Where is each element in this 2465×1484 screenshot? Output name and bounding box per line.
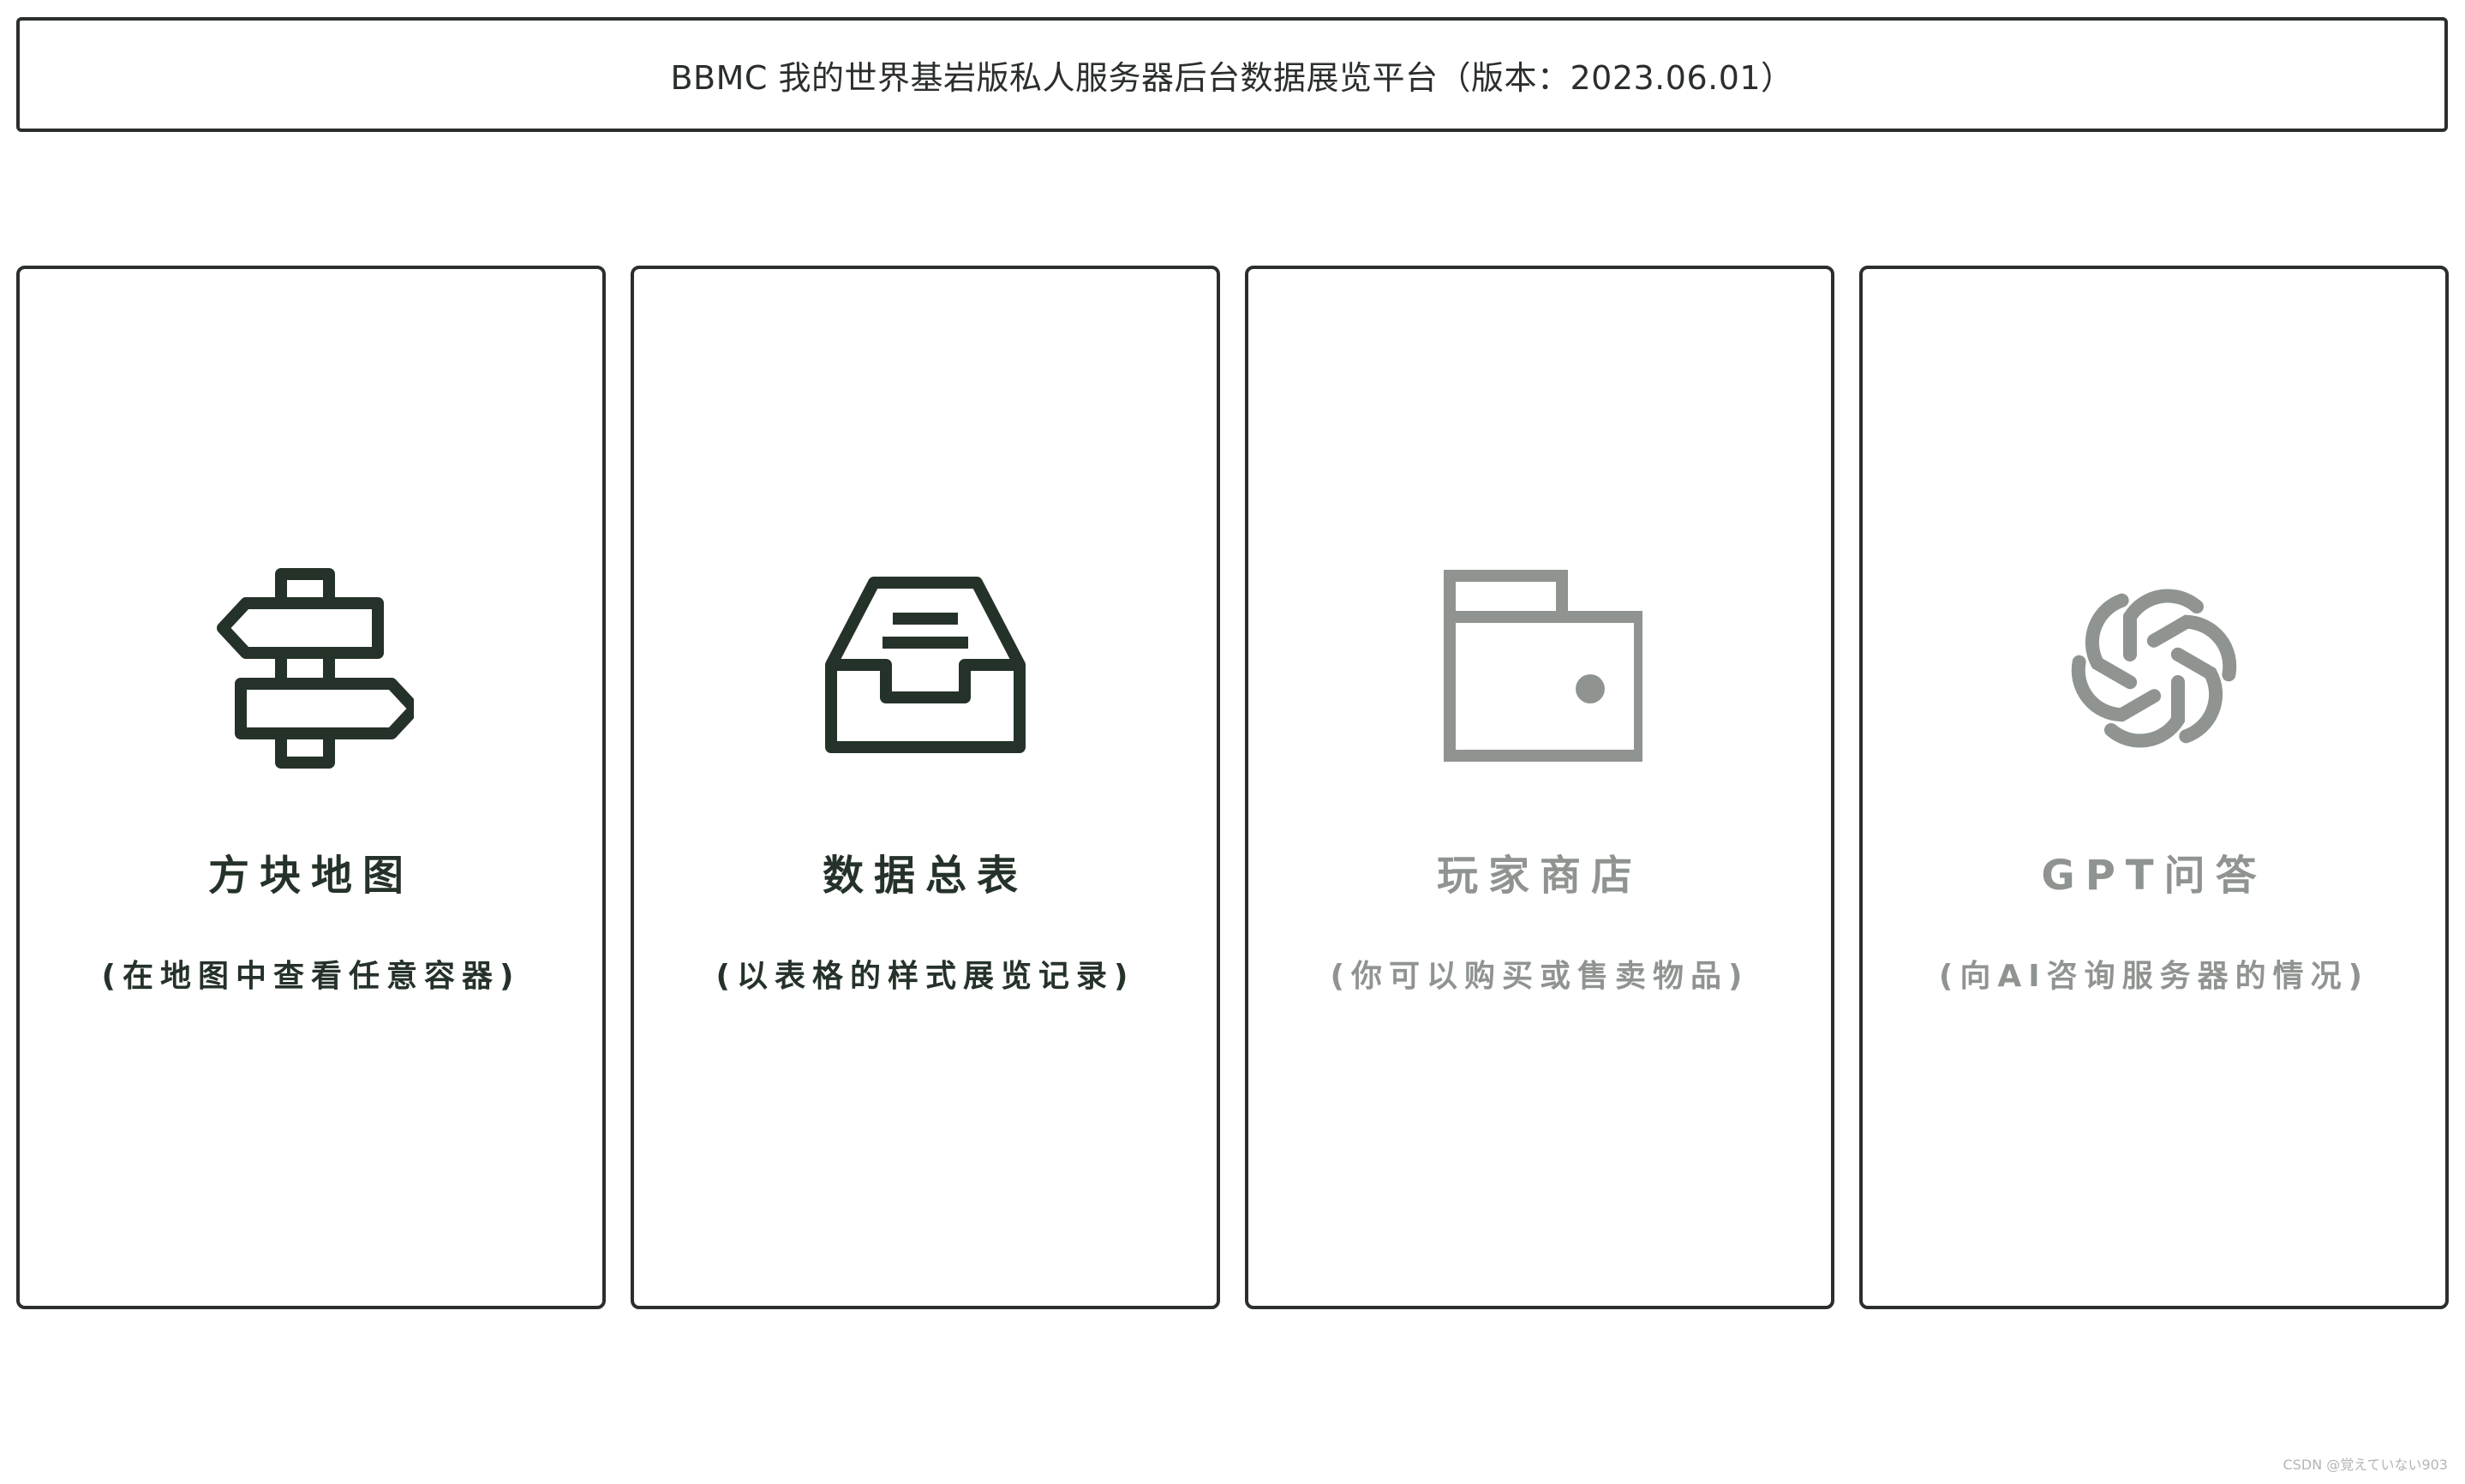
header-banner: BBMC 我的世界基岩版私人服务器后台数据展览平台（版本：2023.06.01） [16, 17, 2448, 132]
watermark: CSDN @覚えていない903 [2283, 1457, 2448, 1473]
page: BBMC 我的世界基岩版私人服务器后台数据展览平台（版本：2023.06.01）… [0, 0, 2465, 1484]
signpost-icon [217, 568, 414, 769]
card-subtitle: (以表格的样式展览记录) [715, 959, 1135, 994]
card-gpt-qa[interactable]: GPT问答 (向AI咨询服务器的情况) [1859, 266, 2449, 1309]
card-title: 玩家商店 [1436, 852, 1642, 900]
card-data-table[interactable]: 数据总表 (以表格的样式展览记录) [631, 266, 1220, 1309]
openai-logo-icon [2071, 589, 2237, 748]
card-player-shop[interactable]: 玩家商店 (你可以购买或售卖物品) [1245, 266, 1834, 1309]
wallet-icon [1444, 570, 1642, 762]
card-subtitle: (在地图中查看任意容器) [101, 959, 521, 994]
card-subtitle: (你可以购买或售卖物品) [1330, 959, 1750, 994]
feature-cards: 方块地图 (在地图中查看任意容器) 数据总表 (以表格的样式展览记录) 玩家商店… [16, 266, 2449, 1309]
card-block-map[interactable]: 方块地图 (在地图中查看任意容器) [16, 266, 606, 1309]
page-title: BBMC 我的世界基岩版私人服务器后台数据展览平台（版本：2023.06.01） [670, 58, 1794, 97]
archive-tray-icon [825, 577, 1026, 753]
card-subtitle: (向AI咨询服务器的情况) [1938, 959, 2370, 994]
card-title: GPT问答 [2041, 852, 2267, 900]
card-title: 方块地图 [207, 852, 414, 900]
card-title: 数据总表 [822, 852, 1028, 900]
